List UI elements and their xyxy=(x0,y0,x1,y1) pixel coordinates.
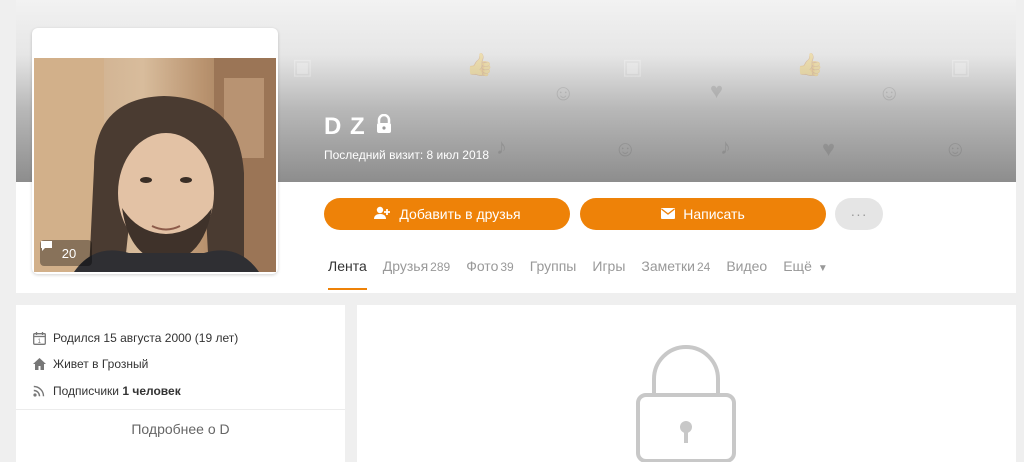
about-card: 1 Родился 15 августа 2000 (19 лет) Живет… xyxy=(16,305,345,462)
comments-count: 20 xyxy=(61,245,77,261)
private-lock-icon xyxy=(636,345,736,462)
tab-photos[interactable]: Фото 39 xyxy=(466,258,514,291)
tab-games[interactable]: Игры xyxy=(592,258,625,291)
private-content-card xyxy=(357,305,1016,462)
pattern-smile-icon: ☺ xyxy=(878,80,901,105)
tab-more[interactable]: Ещё ▼ xyxy=(783,258,828,291)
add-friend-button[interactable]: Добавить в друзья xyxy=(324,198,570,230)
tab-video[interactable]: Видео xyxy=(726,258,767,291)
tab-friends[interactable]: Друзья 289 xyxy=(383,258,450,291)
write-message-label: Написать xyxy=(683,206,745,222)
pattern-heart-icon: ♥ xyxy=(710,78,724,103)
pattern-image-icon: ▣ xyxy=(292,54,313,79)
pattern-like-icon: 👍 xyxy=(466,52,494,77)
followers-row[interactable]: Подписчики 1 человек xyxy=(32,384,181,398)
pattern-note-icon: ♪ xyxy=(496,134,507,159)
chevron-down-icon: ▼ xyxy=(817,263,828,274)
pattern-smile-icon: ☺ xyxy=(614,136,637,161)
profile-name-row: D Z xyxy=(324,113,392,141)
notes-count: 24 xyxy=(696,260,711,274)
location-row: Живет в Грозный xyxy=(32,357,148,371)
pattern-like-icon: 👍 xyxy=(796,52,824,77)
profile-tabs: Лента Друзья 289 Фото 39 Группы Игры Замет… xyxy=(328,258,844,291)
add-user-icon xyxy=(373,206,391,223)
lock-icon xyxy=(376,113,392,141)
profile-name: D Z xyxy=(324,113,366,140)
envelope-icon xyxy=(661,206,676,222)
last-visit: Последний визит: 8 июл 2018 xyxy=(324,148,490,162)
tab-notes[interactable]: Заметки 24 xyxy=(641,258,710,291)
more-about-link[interactable]: Подробнее о D xyxy=(16,421,345,437)
comments-badge[interactable]: 20 xyxy=(40,240,92,266)
pattern-image-icon: ▣ xyxy=(950,54,971,79)
avatar-photo[interactable]: 20 xyxy=(34,58,276,272)
photos-count: 39 xyxy=(500,260,514,274)
pattern-smile-icon: ☺ xyxy=(944,136,967,161)
calendar-icon: 1 xyxy=(32,331,46,345)
pattern-heart-icon: ♥ xyxy=(822,136,836,161)
pattern-smile-icon: ☺ xyxy=(552,80,575,105)
avatar[interactable]: 20 xyxy=(32,28,278,274)
tab-groups[interactable]: Группы xyxy=(530,258,577,291)
birthday-text: Родился 15 августа 2000 (19 лет) xyxy=(53,331,239,345)
friends-count: 289 xyxy=(430,260,451,274)
pattern-image-icon: ▣ xyxy=(622,54,643,79)
divider xyxy=(16,409,345,410)
pattern-note-icon: ♪ xyxy=(720,134,731,159)
followers-value[interactable]: 1 человек xyxy=(122,384,180,398)
tab-feed[interactable]: Лента xyxy=(328,258,367,291)
followers-label: Подписчики xyxy=(53,384,123,398)
home-icon xyxy=(32,357,46,371)
more-actions-button[interactable]: ··· xyxy=(835,198,883,230)
more-dots-icon: ··· xyxy=(850,206,868,222)
location-text: Живет в Грозный xyxy=(53,357,149,371)
rss-icon xyxy=(32,384,46,398)
write-message-button[interactable]: Написать xyxy=(580,198,826,230)
birthday-row: 1 Родился 15 августа 2000 (19 лет) xyxy=(32,331,238,345)
add-friend-label: Добавить в друзья xyxy=(399,206,521,222)
